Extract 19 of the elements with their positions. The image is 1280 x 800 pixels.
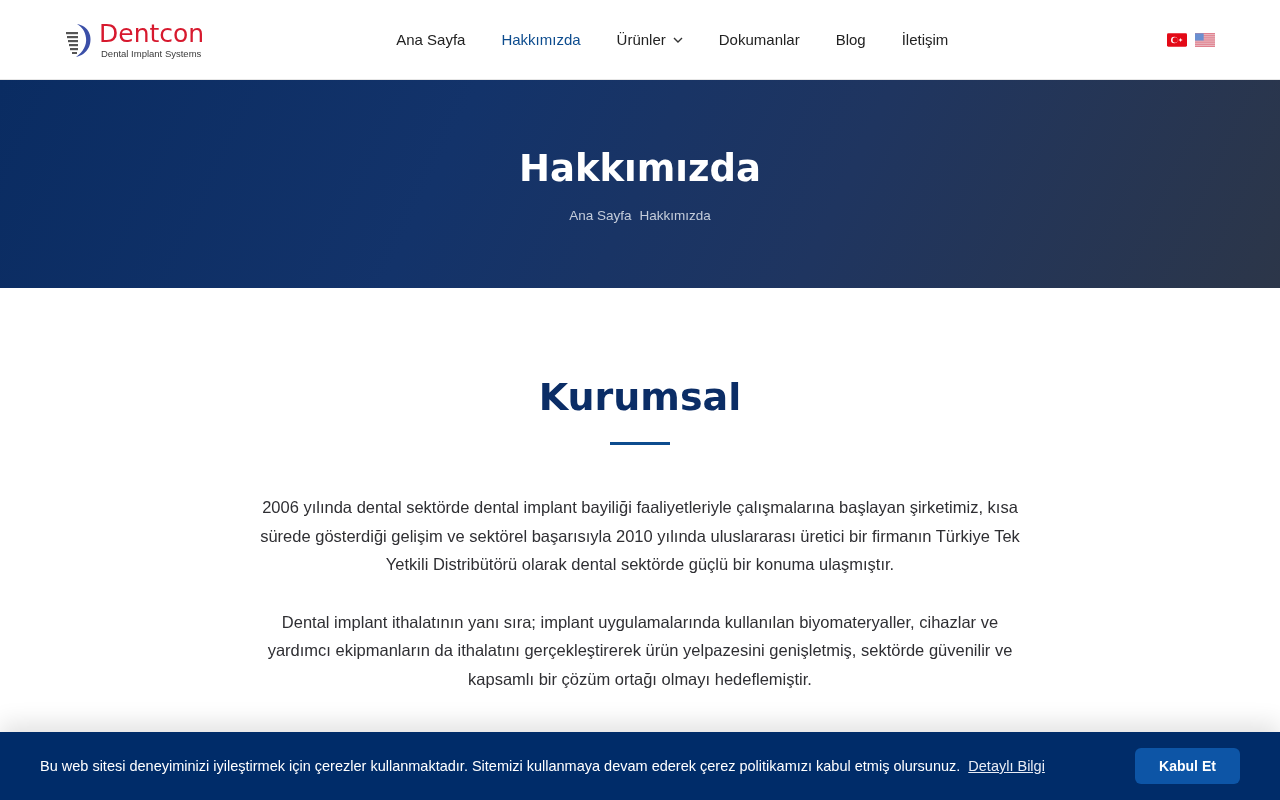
details-link[interactable]: Detaylı Bilgi — [968, 758, 1045, 774]
body-paragraph: 2006 yılında dental sektörde dental implant bayiliği faaliyetleriyle çalışmalarına başlayan şirketimiz, kısa sürede gösterdiği gelişim ve sektörel başarısıyla 2010 yılında uluslararası üretici bir firmanın Türkiye Tek Yetkili Distribütörü olarak dental sektörde güçlü bir konuma ulaşmıştır. — [259, 497, 1021, 576]
turkish-flag-icon[interactable] — [1167, 32, 1187, 47]
nav-link[interactable]: Dokumanlar — [718, 31, 800, 48]
nav-link[interactable]: Blog — [835, 31, 866, 48]
us-flag-icon[interactable] — [1195, 32, 1215, 47]
logo-tagline: Dental Implant Systems — [101, 49, 203, 59]
nav-link[interactable]: İletişim — [901, 31, 949, 48]
breadcrumb-current: Hakkımızda — [639, 208, 711, 223]
logo-wordmark[interactable]: Dentcon — [99, 20, 205, 48]
breadcrumb-link[interactable]: Ana Sayfa — [569, 208, 632, 223]
nav-link[interactable]: Ana Sayfa — [396, 31, 466, 48]
body-paragraph: Dental implant ithalatının yanı sıra; implant uygulamalarında kullanılan biyomateryaller, cihazlar ve yardımcı ekipmanların da ithalatını gerçekleştirerek ürün yelpazesini genişletmiş, sektörde güvenilir ve kapsamlı bir çözüm ortağı olmayı hedeflemiştir. — [266, 611, 1014, 690]
nav-link[interactable]: Ürünler — [616, 31, 683, 48]
nav-link[interactable]: Hakkımızda — [501, 31, 581, 48]
page-title: Hakkımızda — [518, 147, 762, 191]
cookie-message: Bu web sitesi deneyiminizi iyileştirmek için çerezler kullanmaktadır. Sitemizi kullanmaya devam ederek çerez politikamızı kabul etmiş olursunuz. — [40, 758, 961, 774]
accept-button[interactable]: Kabul Et — [1135, 748, 1240, 784]
section-heading: Kurumsal — [538, 374, 742, 421]
